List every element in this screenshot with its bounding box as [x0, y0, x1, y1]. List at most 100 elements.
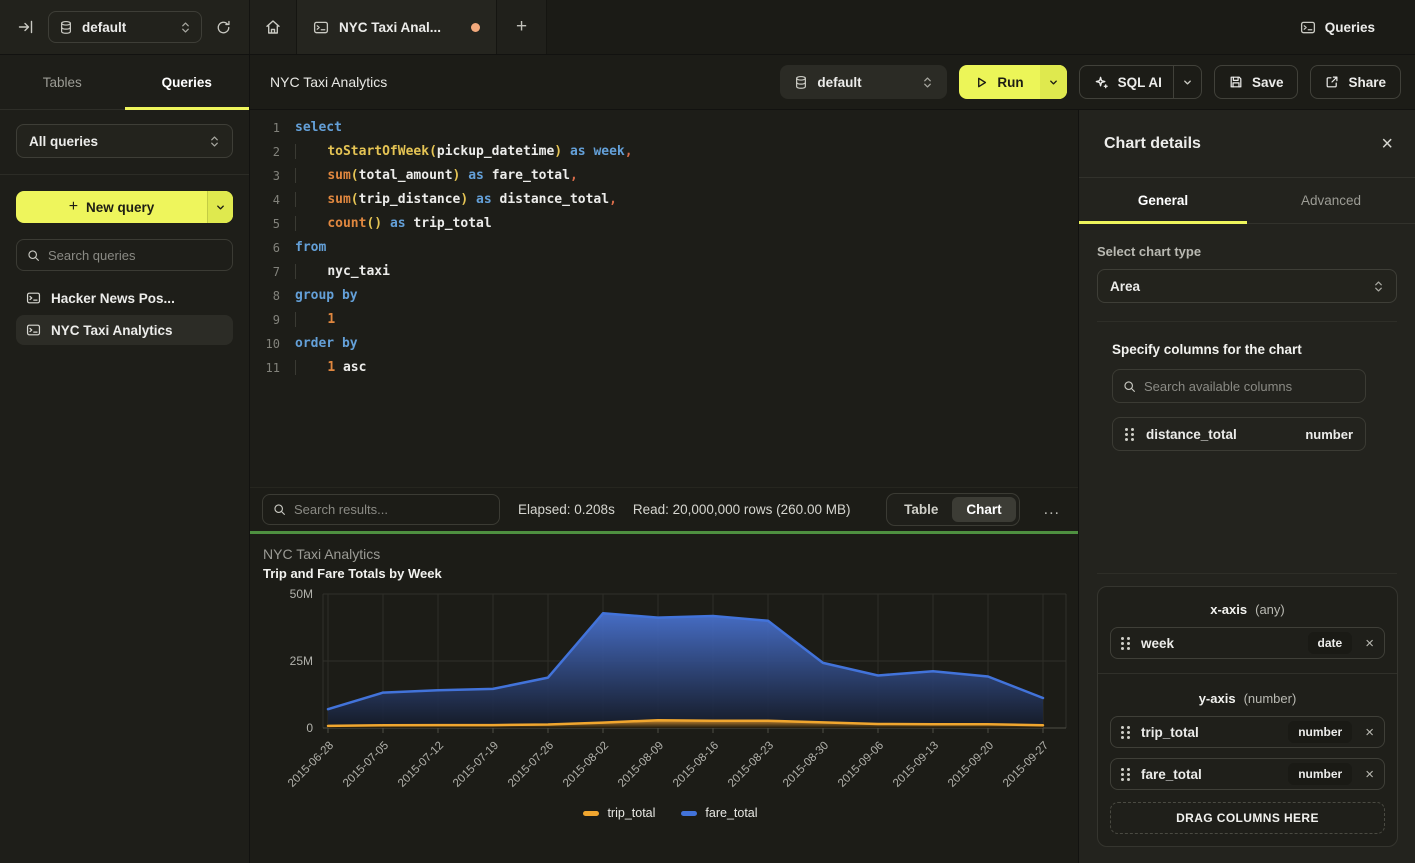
run-button[interactable]: Run [959, 65, 1066, 99]
query-tab-nyc-taxi[interactable]: NYC Taxi Anal... [297, 0, 497, 54]
legend-swatch [583, 811, 599, 816]
drag-handle-icon[interactable] [1125, 428, 1134, 441]
svg-text:2015-07-26: 2015-07-26 [506, 740, 556, 790]
svg-text:0: 0 [306, 721, 313, 735]
drag-handle-icon[interactable] [1121, 768, 1130, 781]
chart-legend: trip_total fare_total [263, 806, 1078, 820]
svg-text:2015-09-13: 2015-09-13 [891, 740, 941, 790]
plus-icon: + [69, 198, 78, 216]
svg-text:50M: 50M [290, 587, 313, 601]
run-options-caret[interactable] [1040, 65, 1067, 99]
queries-shortcut[interactable]: Queries [1300, 0, 1415, 54]
sql-ai-button[interactable]: SQL AI [1079, 65, 1202, 99]
query-title: NYC Taxi Analytics [270, 74, 768, 90]
drag-handle-icon[interactable] [1121, 637, 1130, 650]
chart-title: NYC Taxi Analytics [263, 546, 1078, 562]
column-name: fare_total [1141, 767, 1277, 782]
sql-editor[interactable]: 1select2 toStartOfWeek(pickup_datetime) … [250, 110, 1078, 487]
updown-chevron-icon [180, 21, 191, 34]
share-label: Share [1348, 75, 1386, 90]
legend-item-fare-total[interactable]: fare_total [681, 806, 757, 820]
topbar-left: default [0, 0, 250, 54]
more-options-icon[interactable]: ... [1038, 501, 1066, 519]
drag-handle-icon[interactable] [1121, 726, 1130, 739]
svg-text:2015-08-23: 2015-08-23 [726, 740, 776, 790]
results-search [262, 494, 500, 525]
queries-shortcut-label: Queries [1325, 20, 1375, 35]
legend-label: fare_total [705, 806, 757, 820]
sql-editor-lines: 1select2 toStartOfWeek(pickup_datetime) … [250, 116, 1078, 380]
available-column-distance-total[interactable]: distance_total number [1112, 417, 1366, 451]
unsaved-changes-dot [471, 23, 480, 32]
home-tab[interactable] [250, 0, 297, 54]
chart-details-tabs: General Advanced [1079, 178, 1415, 224]
rows-read: Read: 20,000,000 rows (260.00 MB) [633, 502, 851, 517]
save-icon [1229, 75, 1243, 89]
chart-type-select[interactable]: Area [1097, 269, 1397, 303]
axes-divider [1098, 673, 1397, 674]
view-toggle-chart[interactable]: Chart [952, 497, 1015, 522]
svg-text:2015-08-16: 2015-08-16 [671, 740, 721, 790]
svg-text:2015-09-06: 2015-09-06 [836, 740, 886, 790]
collapse-sidebar-icon[interactable] [18, 19, 34, 35]
remove-column-icon[interactable]: × [1365, 636, 1374, 651]
query-list-item[interactable]: Hacker News Pos... [16, 283, 233, 313]
new-query-button[interactable]: + New query [16, 191, 233, 223]
database-icon [59, 20, 73, 35]
close-icon[interactable]: × [1381, 134, 1393, 154]
tab-advanced[interactable]: Advanced [1247, 178, 1415, 223]
chevron-down-icon [1182, 77, 1193, 88]
x-axis-header: x-axis (any) [1110, 599, 1385, 617]
chevron-down-icon [215, 202, 226, 213]
svg-text:2015-08-09: 2015-08-09 [616, 740, 666, 790]
view-toggle: Table Chart [886, 493, 1020, 526]
view-toggle-table[interactable]: Table [890, 497, 952, 522]
search-queries-input[interactable] [48, 248, 222, 263]
updown-chevron-icon [209, 135, 220, 148]
tab-general[interactable]: General [1079, 178, 1247, 223]
column-name: trip_total [1141, 725, 1277, 740]
topbar-db-selector[interactable]: default [48, 11, 202, 43]
play-icon [975, 76, 988, 89]
svg-text:2015-09-20: 2015-09-20 [946, 740, 996, 790]
remove-column-icon[interactable]: × [1365, 767, 1374, 782]
area-chart[interactable]: 025M50M2015-06-282015-07-052015-07-12201… [263, 586, 1078, 802]
x-axis-column-week[interactable]: week date × [1110, 627, 1385, 659]
database-icon [794, 75, 808, 90]
legend-item-trip-total[interactable]: trip_total [583, 806, 655, 820]
save-button[interactable]: Save [1214, 65, 1299, 99]
sql-ai-caret[interactable] [1173, 66, 1201, 98]
y-axis-hint: (number) [1244, 691, 1297, 706]
sidebar-divider [0, 174, 249, 175]
legend-label: trip_total [607, 806, 655, 820]
chart-details-panel: Chart details × General Advanced Select … [1078, 110, 1415, 863]
app-root: default NYC Taxi Anal... + [0, 0, 1415, 863]
axes-card: x-axis (any) week date × y-a [1097, 586, 1398, 847]
terminal-icon [1300, 20, 1316, 35]
panel-divider [1097, 573, 1397, 574]
search-columns-input[interactable] [1144, 379, 1355, 394]
svg-text:2015-07-12: 2015-07-12 [396, 740, 446, 790]
new-tab-button[interactable]: + [497, 0, 547, 54]
drop-zone[interactable]: DRAG COLUMNS HERE [1110, 802, 1385, 834]
legend-swatch [681, 811, 697, 816]
search-results-input[interactable] [294, 502, 489, 517]
query-list-item-selected[interactable]: NYC Taxi Analytics [16, 315, 233, 345]
y-axis-column-fare-total[interactable]: fare_total number × [1110, 758, 1385, 790]
chart-subtitle: Trip and Fare Totals by Week [263, 566, 1078, 581]
queries-filter-select[interactable]: All queries [16, 124, 233, 158]
svg-text:2015-07-05: 2015-07-05 [341, 740, 391, 790]
remove-column-icon[interactable]: × [1365, 725, 1374, 740]
y-axis-column-trip-total[interactable]: trip_total number × [1110, 716, 1385, 748]
new-query-caret[interactable] [207, 191, 233, 223]
header-db-selector[interactable]: default [780, 65, 947, 99]
query-header: NYC Taxi Analytics default Run [250, 55, 1415, 110]
x-axis-title: x-axis [1210, 602, 1247, 617]
refresh-icon[interactable] [216, 20, 231, 35]
chart-type-label: Select chart type [1079, 244, 1415, 259]
tab-queries[interactable]: Queries [125, 55, 250, 109]
tab-tables[interactable]: Tables [0, 55, 125, 109]
terminal-icon [26, 323, 41, 337]
share-button[interactable]: Share [1310, 65, 1401, 99]
save-label: Save [1252, 75, 1284, 90]
